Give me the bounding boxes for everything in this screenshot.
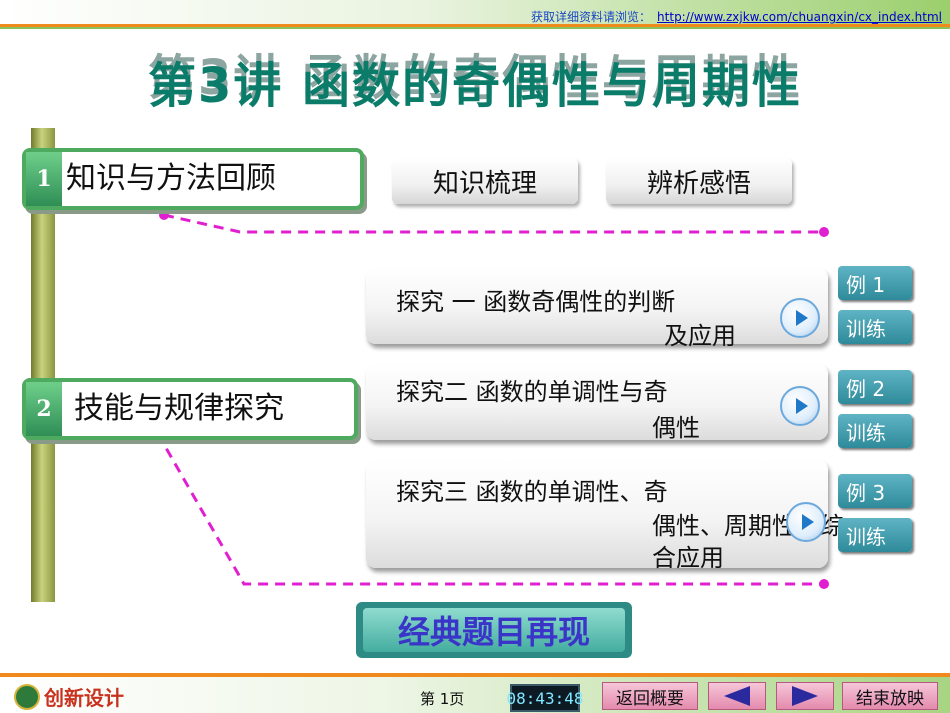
explore-2-title: 探究二 函数的单调性与奇	[396, 378, 668, 406]
end-show-button[interactable]: 结束放映	[842, 682, 938, 710]
explore-1-subtitle: 及应用	[664, 322, 736, 350]
explore-2-box[interactable]: 探究二 函数的单调性与奇 偶性	[366, 364, 828, 442]
practice-3-tab[interactable]: 训练	[838, 518, 912, 552]
section-2-label: 技能与规律探究	[74, 391, 284, 426]
explore-3-play-icon[interactable]	[786, 502, 826, 542]
connector-dot	[159, 210, 169, 220]
example-3-tab[interactable]: 例 3	[838, 474, 912, 508]
brand-logo: 创新设计	[14, 682, 124, 711]
explore-2-play-icon[interactable]	[780, 386, 820, 426]
page-number: 第 1页	[420, 690, 465, 708]
previous-slide-button[interactable]	[708, 682, 766, 710]
classic-problems-button[interactable]: 经典题目再现	[356, 602, 632, 658]
explore-1-play-icon[interactable]	[780, 298, 820, 338]
section-2-number: 2	[26, 382, 62, 436]
section-1-label: 知识与方法回顾	[66, 161, 276, 196]
back-to-overview-button[interactable]: 返回概要	[602, 682, 698, 710]
connector-section-1	[163, 213, 824, 234]
logo-text: 创新设计	[44, 686, 124, 710]
knowledge-review-button[interactable]: 知识梳理	[392, 158, 578, 204]
example-2-tab[interactable]: 例 2	[838, 370, 912, 404]
clock-display: 08:43:48	[506, 684, 584, 712]
section-1-box[interactable]: 1 知识与方法回顾	[22, 148, 364, 210]
classic-problems-label: 经典题目再现	[363, 608, 625, 652]
connector-dot	[819, 227, 829, 237]
explore-3-box[interactable]: 探究三 函数的单调性、奇 偶性、周期性的综 合应用	[366, 460, 844, 572]
explore-3-title: 探究三 函数的单调性、奇	[396, 478, 668, 506]
insight-button[interactable]: 辨析感悟	[606, 158, 792, 204]
section-1-number: 1	[26, 152, 62, 206]
explore-3-subtitle-2: 合应用	[652, 544, 724, 572]
connector-dot	[819, 579, 829, 589]
arrow-left-icon	[724, 686, 750, 706]
explore-1-title: 探究 一 函数奇偶性的判断	[396, 288, 676, 316]
logo-emblem-icon	[14, 683, 40, 710]
next-slide-button[interactable]	[776, 682, 834, 710]
explore-1-box[interactable]: 探究 一 函数奇偶性的判断 及应用	[366, 268, 828, 350]
explore-2-subtitle: 偶性	[652, 414, 700, 442]
example-1-tab[interactable]: 例 1	[838, 266, 912, 300]
arrow-right-icon	[792, 686, 818, 706]
practice-1-tab[interactable]: 训练	[838, 310, 912, 344]
section-2-box[interactable]: 2 技能与规律探究	[22, 378, 358, 440]
practice-2-tab[interactable]: 训练	[838, 414, 912, 448]
